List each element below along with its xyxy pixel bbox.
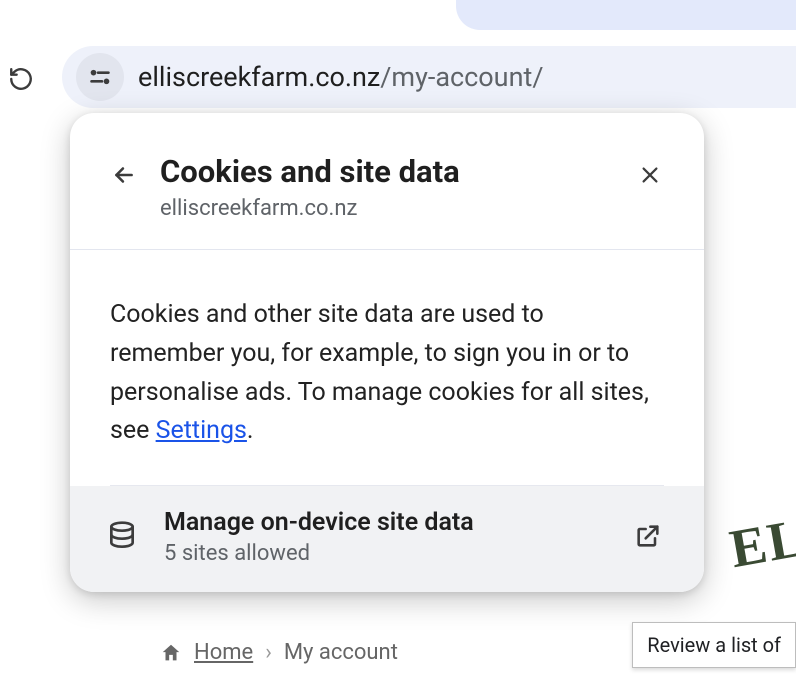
manage-site-data-row[interactable]: Manage on-device site data 5 sites allow… [70, 486, 704, 592]
close-button[interactable] [632, 157, 668, 193]
manage-site-data-subtitle: 5 sites allowed [164, 541, 634, 566]
close-icon [639, 164, 661, 186]
tune-icon [87, 67, 113, 87]
database-icon [106, 520, 140, 554]
manage-site-data-title: Manage on-device site data [164, 508, 634, 537]
tab-strip-fragment [456, 0, 796, 30]
breadcrumb: Home › My account [160, 640, 398, 665]
back-button[interactable] [106, 157, 142, 193]
url-path: /my-account/ [380, 61, 543, 93]
breadcrumb-home-link[interactable]: Home [194, 640, 253, 665]
site-info-button[interactable] [76, 53, 124, 101]
url-text: elliscreekfarm.co.nz/my-account/ [138, 61, 543, 93]
arrow-left-icon [111, 162, 137, 188]
open-external-icon [634, 522, 664, 552]
dialog-header: Cookies and site data elliscreekfarm.co.… [70, 113, 704, 249]
site-data-dialog: Cookies and site data elliscreekfarm.co.… [70, 113, 704, 592]
home-icon [160, 642, 182, 664]
breadcrumb-separator: › [265, 640, 272, 665]
tooltip: Review a list of [632, 622, 796, 668]
reload-button[interactable] [4, 62, 38, 96]
dialog-subtitle: elliscreekfarm.co.nz [160, 196, 620, 221]
dialog-body: Cookies and other site data are used to … [70, 250, 704, 485]
dialog-body-after: . [247, 416, 254, 445]
breadcrumb-current: My account [284, 640, 398, 665]
site-logo-fragment: EL [725, 506, 796, 580]
dialog-title: Cookies and site data [160, 153, 620, 190]
address-bar[interactable]: elliscreekfarm.co.nz/my-account/ [62, 46, 796, 108]
url-domain: elliscreekfarm.co.nz [138, 61, 380, 93]
settings-link[interactable]: Settings [156, 416, 247, 445]
